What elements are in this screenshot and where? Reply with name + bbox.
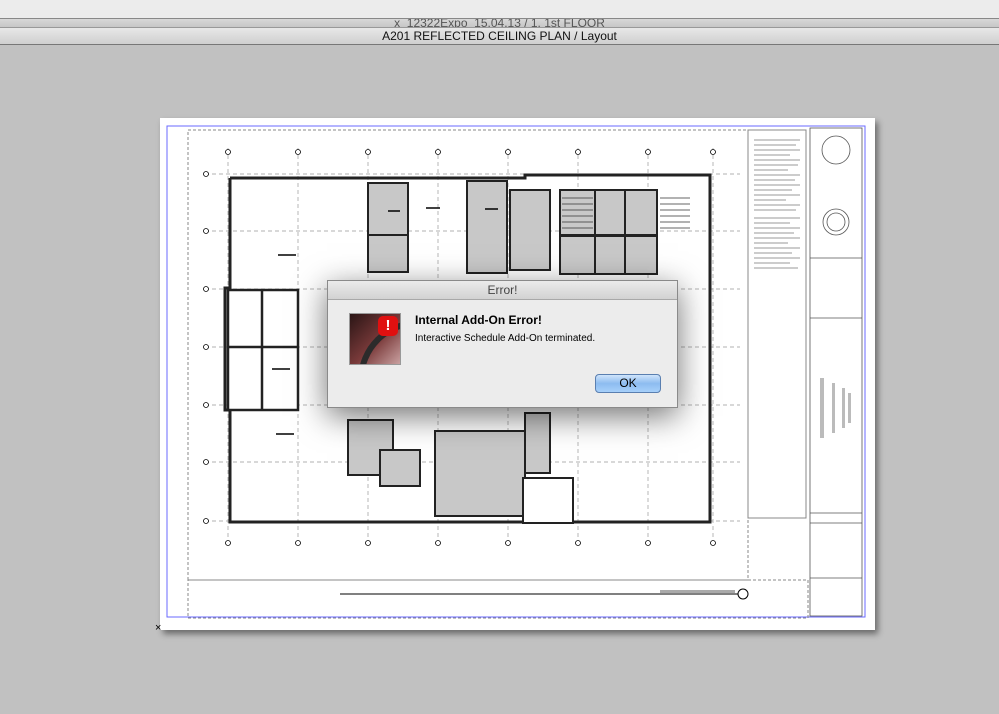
- dialog-titlebar[interactable]: Error!: [328, 281, 677, 300]
- scale-label: [660, 590, 735, 593]
- dialog-message: Interactive Schedule Add-On terminated.: [415, 333, 596, 344]
- window-title: A201 REFLECTED CEILING PLAN / Layout: [382, 29, 617, 43]
- notes-panel: [747, 129, 807, 519]
- title-block: [809, 127, 863, 617]
- ok-button[interactable]: OK: [595, 374, 661, 393]
- error-stop-icon: !: [349, 313, 401, 365]
- layout-origin-marker: ×: [155, 622, 162, 634]
- window-titlebar[interactable]: A201 REFLECTED CEILING PLAN / Layout: [0, 27, 999, 45]
- top-strip: [0, 0, 999, 18]
- dialog-title: Error!: [487, 283, 518, 297]
- bottom-frame: [187, 579, 809, 619]
- dialog-heading: Internal Add-On Error!: [415, 313, 542, 327]
- north-marker: [737, 588, 749, 600]
- error-dialog: Error! ! Internal Add-On Error! Interact…: [327, 280, 678, 408]
- lobby-glazing: [226, 288, 300, 412]
